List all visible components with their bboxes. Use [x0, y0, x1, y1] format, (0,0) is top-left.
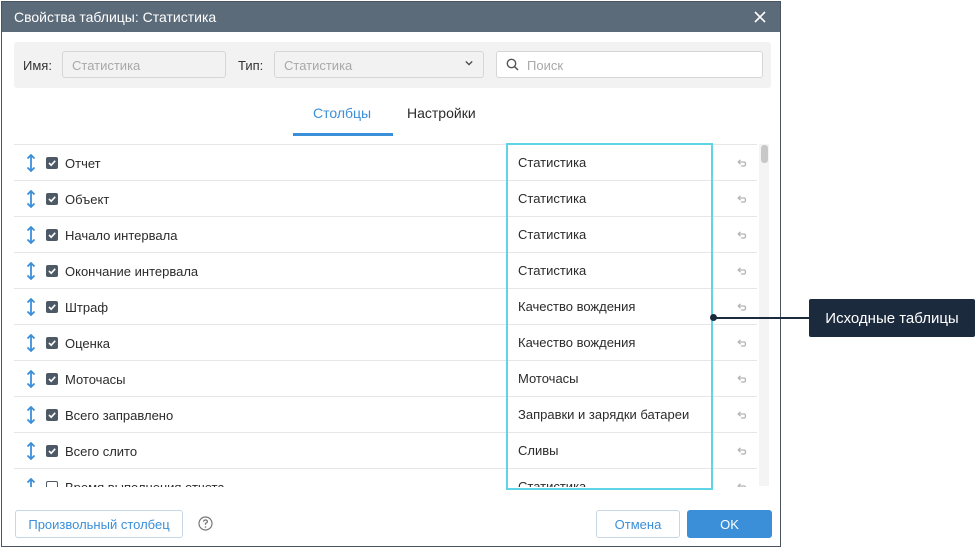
source-table: Статистика: [518, 155, 587, 170]
source-table: Статистика: [518, 191, 587, 206]
table-row[interactable]: Отчет Статистика: [14, 145, 757, 181]
search-icon: [506, 58, 519, 71]
tab-bar: Столбцы Настройки: [2, 102, 780, 136]
column-name: Штраф: [65, 300, 109, 315]
source-table: Сливы: [518, 443, 559, 458]
reset-icon[interactable]: [735, 481, 747, 487]
source-table: Моточасы: [518, 371, 579, 386]
column-name: Объект: [65, 192, 110, 207]
column-checkbox[interactable]: [46, 337, 58, 349]
dialog-title: Свойства таблицы: Статистика: [14, 9, 217, 25]
tab-settings[interactable]: Настройки: [407, 105, 476, 121]
source-table: Статистика: [518, 479, 587, 487]
search-input[interactable]: Поиск: [496, 51, 763, 78]
column-checkbox[interactable]: [46, 409, 58, 421]
column-checkbox[interactable]: [46, 229, 58, 241]
drag-handle-icon[interactable]: [26, 370, 36, 388]
columns-list: Отчет Статистика Объект Статистика Начало ин…: [14, 144, 757, 487]
column-name: Всего слито: [65, 444, 138, 459]
callout-dot: [710, 314, 717, 321]
table-row[interactable]: Окончание интервала Статистика: [14, 253, 757, 289]
active-tab-indicator: [293, 133, 393, 136]
close-icon[interactable]: [750, 7, 770, 27]
custom-column-button[interactable]: Произвольный столбец: [15, 510, 183, 538]
reset-icon[interactable]: [735, 265, 747, 277]
drag-handle-icon[interactable]: [26, 262, 36, 280]
type-select-value: Статистика: [284, 58, 353, 73]
column-checkbox[interactable]: [46, 301, 58, 313]
table-row[interactable]: Время выполнения отчета Статистика: [14, 469, 757, 487]
reset-icon[interactable]: [735, 157, 747, 169]
drag-handle-icon[interactable]: [26, 226, 36, 244]
table-properties-dialog: Свойства таблицы: Статистика Имя: Статис…: [1, 1, 781, 547]
chevron-down-icon: [465, 60, 473, 66]
column-name: Окончание интервала: [65, 264, 199, 279]
name-field[interactable]: Статистика: [62, 51, 226, 78]
source-table: Качество вождения: [518, 335, 636, 350]
reset-icon[interactable]: [735, 409, 747, 421]
callout-line: [714, 317, 810, 319]
source-table: Статистика: [518, 227, 587, 242]
reset-icon[interactable]: [735, 193, 747, 205]
reset-icon[interactable]: [735, 229, 747, 241]
type-select[interactable]: Статистика: [274, 51, 484, 78]
cancel-button[interactable]: Отмена: [596, 510, 680, 538]
name-label: Имя:: [23, 58, 52, 73]
column-name: Моточасы: [65, 372, 126, 387]
column-checkbox[interactable]: [46, 373, 58, 385]
search-placeholder: Поиск: [527, 58, 564, 73]
column-checkbox[interactable]: [46, 265, 58, 277]
column-checkbox[interactable]: [46, 445, 58, 457]
drag-handle-icon[interactable]: [26, 406, 36, 424]
reset-icon[interactable]: [735, 445, 747, 457]
table-row[interactable]: Оценка Качество вождения: [14, 325, 757, 361]
source-table: Качество вождения: [518, 299, 636, 314]
column-name: Всего заправлено: [65, 408, 174, 423]
scrollbar-thumb[interactable]: [761, 145, 768, 163]
table-row[interactable]: Всего заправлено Заправки и зарядки батар…: [14, 397, 757, 433]
table-row[interactable]: Штраф Качество вождения: [14, 289, 757, 325]
table-row[interactable]: Всего слито Сливы: [14, 433, 757, 469]
reset-icon[interactable]: [735, 301, 747, 313]
column-checkbox[interactable]: [46, 193, 58, 205]
column-name: Отчет: [65, 156, 101, 171]
type-label: Тип:: [238, 58, 264, 73]
source-table: Статистика: [518, 263, 587, 278]
column-name: Оценка: [65, 336, 111, 351]
help-icon[interactable]: [198, 516, 213, 531]
table-row[interactable]: Объект Статистика: [14, 181, 757, 217]
table-row[interactable]: Моточасы Моточасы: [14, 361, 757, 397]
column-name: Время выполнения отчета: [65, 480, 225, 487]
dialog-titlebar: Свойства таблицы: Статистика: [2, 2, 780, 32]
scrollbar[interactable]: [759, 144, 769, 486]
source-tables-callout: Исходные таблицы: [809, 299, 975, 337]
drag-handle-icon[interactable]: [26, 154, 36, 172]
filter-bar: Имя: Статистика Тип: Статистика Поиск: [14, 42, 771, 88]
table-row[interactable]: Начало интервала Статистика: [14, 217, 757, 253]
tab-columns[interactable]: Столбцы: [313, 105, 371, 121]
reset-icon[interactable]: [735, 337, 747, 349]
ok-button[interactable]: OK: [687, 510, 772, 538]
drag-handle-icon[interactable]: [26, 442, 36, 460]
drag-handle-icon[interactable]: [26, 478, 36, 487]
drag-handle-icon[interactable]: [26, 190, 36, 208]
column-checkbox[interactable]: [46, 157, 58, 169]
drag-handle-icon[interactable]: [26, 334, 36, 352]
column-name: Начало интервала: [65, 228, 178, 243]
drag-handle-icon[interactable]: [26, 298, 36, 316]
column-checkbox[interactable]: [46, 481, 58, 487]
reset-icon[interactable]: [735, 373, 747, 385]
source-table: Заправки и зарядки батареи: [518, 407, 690, 422]
